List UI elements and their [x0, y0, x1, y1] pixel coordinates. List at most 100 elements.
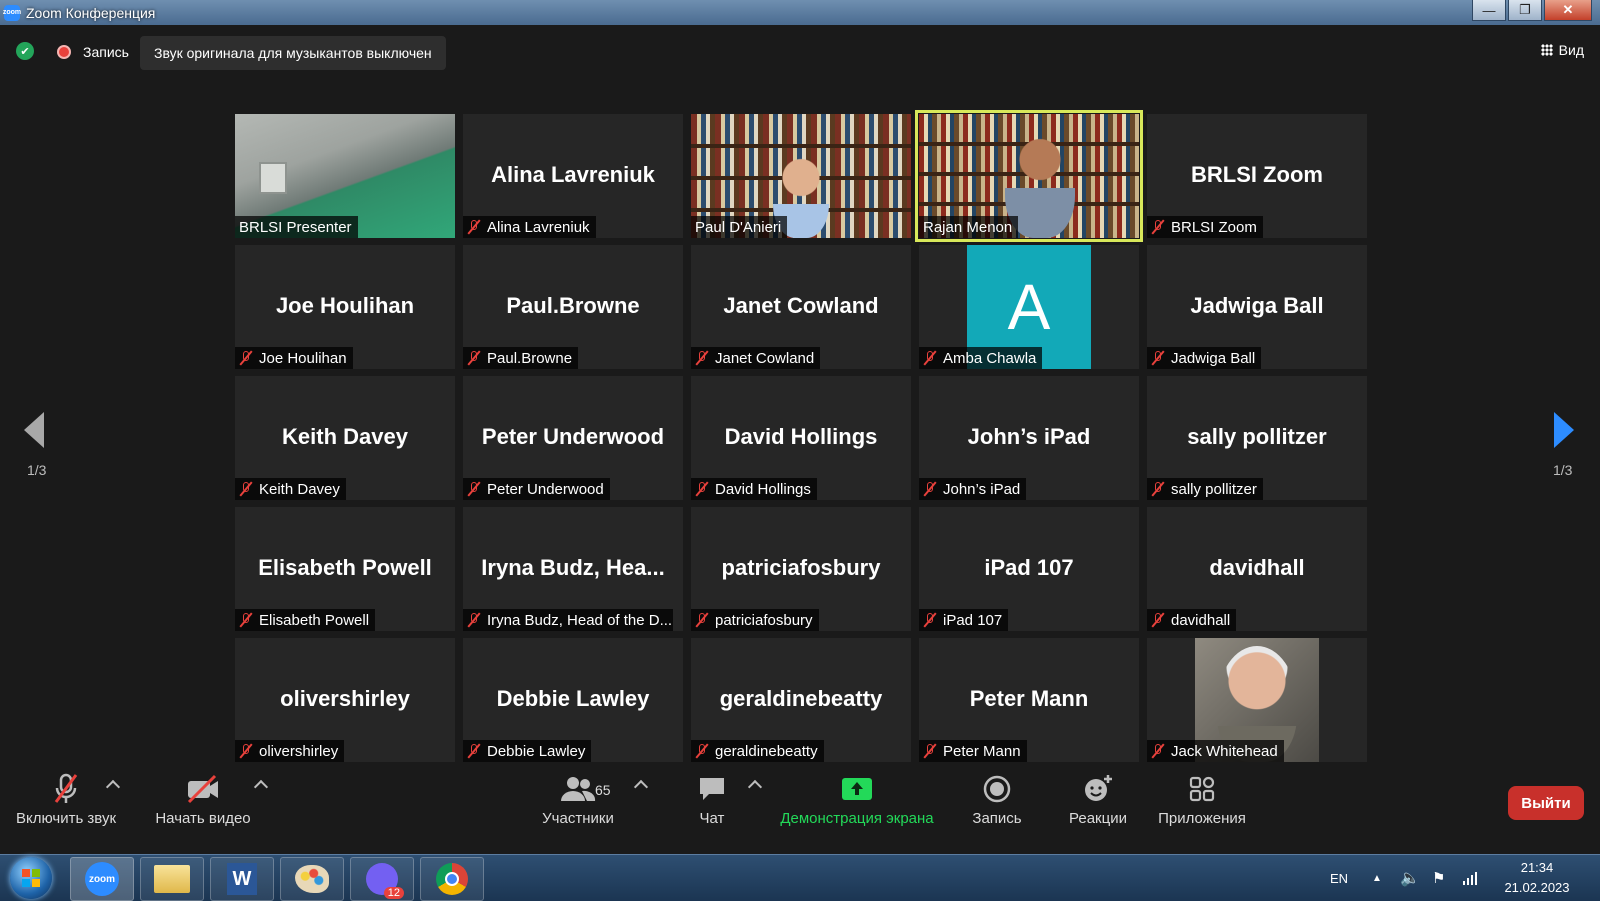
viber-badge: 12 [383, 887, 404, 899]
participant-tile[interactable]: Jack Whitehead [1147, 638, 1367, 762]
chrome-icon [436, 863, 468, 895]
clock-date: 21.02.2023 [1504, 880, 1570, 895]
network-signal-icon[interactable] [1462, 855, 1478, 901]
participant-tile[interactable]: Peter Mann Peter Mann [919, 638, 1139, 762]
muted-microphone-icon [8, 770, 124, 808]
participant-name: Alina Lavreniuk [487, 218, 590, 236]
muted-microphone-icon [923, 350, 937, 366]
taskbar-zoom[interactable]: zoom [70, 857, 134, 901]
leave-button[interactable]: Выйти [1508, 786, 1584, 820]
apps-icon [1150, 770, 1254, 808]
maximize-button[interactable]: ❐ [1508, 0, 1542, 21]
participant-tile[interactable]: davidhall davidhall [1147, 507, 1367, 631]
participant-name-label: Paul D'Anieri [691, 216, 788, 238]
zoom-icon: zoom [85, 862, 119, 896]
participant-name-label: Amba Chawla [919, 347, 1043, 369]
action-center-flag-icon[interactable]: ⚑ [1432, 855, 1445, 901]
participant-tile[interactable]: Paul.Browne Paul.Browne [463, 245, 683, 369]
participant-tile[interactable]: geraldinebeatty geraldinebeatty [691, 638, 911, 762]
share-screen-button[interactable]: Демонстрация экрана [774, 770, 940, 827]
taskbar-viber[interactable]: 12 [350, 857, 414, 901]
participant-display-name: Keith Davey [282, 424, 408, 449]
security-shield-icon[interactable]: ✔ [16, 42, 34, 60]
participant-name-label: David Hollings [691, 478, 817, 500]
unmute-button[interactable]: Включить звук [8, 770, 124, 827]
apps-button[interactable]: Приложения [1150, 770, 1254, 827]
chat-bubble-icon [680, 770, 744, 808]
participant-tile[interactable]: David Hollings David Hollings [691, 376, 911, 500]
participant-tile[interactable]: Jadwiga Ball Jadwiga Ball [1147, 245, 1367, 369]
participant-tile[interactable]: patriciafosbury patriciafosbury [691, 507, 911, 631]
participants-button[interactable]: Участники [528, 770, 628, 827]
participant-tile[interactable]: Janet Cowland Janet Cowland [691, 245, 911, 369]
start-button-icon[interactable] [10, 857, 52, 899]
participant-display-name: BRLSI Zoom [1191, 162, 1323, 187]
participant-tile[interactable]: John’s iPad John’s iPad [919, 376, 1139, 500]
muted-microphone-icon [467, 481, 481, 497]
taskbar-paint[interactable] [280, 857, 344, 901]
participant-name: Keith Davey [259, 480, 340, 498]
chat-caret-icon[interactable] [747, 779, 763, 795]
participant-display-name: Peter Mann [969, 686, 1089, 711]
page-indicator-left: 1/3 [27, 462, 47, 478]
participant-name-label: Debbie Lawley [463, 740, 592, 762]
participant-tile[interactable]: Alina Lavreniuk Alina Lavreniuk [463, 114, 683, 238]
participant-name-label: Iryna Budz, Head of the D... [463, 609, 673, 631]
participant-tile[interactable]: BRLSI Zoom BRLSI Zoom [1147, 114, 1367, 238]
participant-display-name: Alina Lavreniuk [491, 162, 655, 187]
participant-tile[interactable]: Peter Underwood Peter Underwood [463, 376, 683, 500]
taskbar-chrome[interactable] [420, 857, 484, 901]
tray-expand-icon[interactable]: ▲ [1372, 855, 1382, 901]
participant-name-label: Janet Cowland [691, 347, 821, 369]
window-titlebar: zoom Zoom Конференция — ❐ ✕ [0, 0, 1600, 25]
clock-time: 21:34 [1520, 860, 1554, 875]
taskbar-explorer[interactable] [140, 857, 204, 901]
participant-name: davidhall [1171, 611, 1231, 629]
participants-caret-icon[interactable] [633, 779, 649, 795]
taskbar-word[interactable]: W [210, 857, 274, 901]
participant-name-label: Jadwiga Ball [1147, 347, 1262, 369]
next-page-arrow-icon[interactable] [1554, 412, 1574, 448]
muted-microphone-icon [695, 350, 709, 366]
participant-name: BRLSI Zoom [1171, 218, 1257, 236]
view-button[interactable]: Вид [1540, 42, 1584, 58]
record-button[interactable]: Запись [962, 770, 1032, 827]
start-video-button[interactable]: Начать видео [148, 770, 258, 827]
reaction-smiley-icon [1060, 770, 1136, 808]
participant-tile[interactable]: Iryna Budz, Hea... Iryna Budz, Head of th… [463, 507, 683, 631]
participant-tile[interactable]: Paul D'Anieri [691, 114, 911, 238]
chat-button[interactable]: Чат [680, 770, 744, 827]
muted-microphone-icon [1151, 612, 1165, 628]
participant-name: geraldinebeatty [715, 742, 818, 760]
participant-tile[interactable]: olivershirley olivershirley [235, 638, 455, 762]
reactions-button[interactable]: Реакции [1060, 770, 1136, 827]
volume-icon[interactable]: 🔈 [1400, 855, 1420, 901]
participant-tile[interactable]: BRLSI Presenter [235, 114, 455, 238]
participant-tile[interactable]: Elisabeth Powell Elisabeth Powell [235, 507, 455, 631]
participant-tile[interactable]: Keith Davey Keith Davey [235, 376, 455, 500]
participant-name: Joe Houlihan [259, 349, 347, 367]
close-button[interactable]: ✕ [1544, 0, 1592, 21]
participant-display-name: iPad 107 [984, 555, 1074, 580]
participant-tile[interactable]: Debbie Lawley Debbie Lawley [463, 638, 683, 762]
participant-tile[interactable]: iPad 107 iPad 107 [919, 507, 1139, 631]
language-indicator[interactable]: EN [1330, 855, 1348, 901]
participant-name: patriciafosbury [715, 611, 813, 629]
muted-microphone-icon [239, 350, 253, 366]
participant-tile[interactable]: Joe Houlihan Joe Houlihan [235, 245, 455, 369]
participant-tile[interactable]: A Amba Chawla [919, 245, 1139, 369]
muted-microphone-icon [695, 743, 709, 759]
previous-page-arrow-icon[interactable] [24, 412, 44, 448]
recording-dot-icon [57, 45, 71, 59]
participant-tile[interactable]: sally pollitzer sally pollitzer [1147, 376, 1367, 500]
participant-tile[interactable]: Rajan Menon [915, 110, 1143, 242]
participant-name-label: olivershirley [235, 740, 345, 762]
view-label: Вид [1558, 42, 1584, 58]
start-video-label: Начать видео [155, 810, 251, 827]
system-clock[interactable]: 21:34 21.02.2023 [1492, 858, 1582, 898]
minimize-button[interactable]: — [1472, 0, 1506, 21]
participant-name: John’s iPad [943, 480, 1021, 498]
musician-audio-status[interactable]: Звук оригинала для музыкантов выключен [140, 36, 446, 70]
participant-name: BRLSI Presenter [239, 218, 352, 236]
participant-display-name: Joe Houlihan [275, 293, 415, 318]
